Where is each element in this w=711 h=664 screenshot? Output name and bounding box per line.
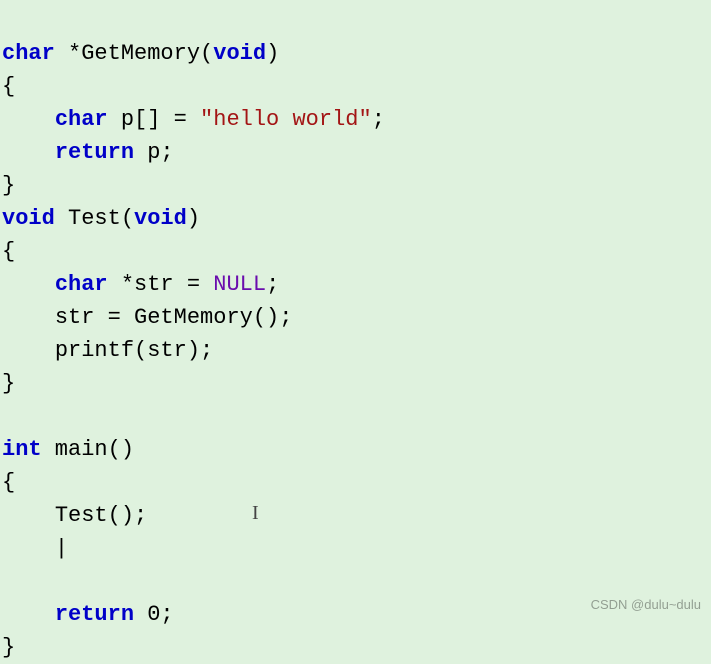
keyword-char: char: [55, 107, 108, 132]
code-block: char *GetMemory(void) { char p[] = "hell…: [0, 0, 711, 664]
code-text: ): [187, 206, 200, 231]
code-text: str = GetMemory();: [55, 305, 293, 330]
brace: }: [2, 371, 15, 396]
code-text: *str =: [108, 272, 214, 297]
keyword-char: char: [2, 41, 55, 66]
cursor-pipe: |: [55, 532, 68, 565]
indent: [2, 140, 55, 165]
keyword-char: char: [55, 272, 108, 297]
indent: [2, 107, 55, 132]
watermark-text: CSDN @dulu~dulu: [591, 588, 701, 621]
indent: [2, 272, 55, 297]
code-text: p;: [134, 140, 174, 165]
string-literal: "hello world": [200, 107, 372, 132]
code-text: Test(: [55, 206, 134, 231]
keyword-void: void: [213, 41, 266, 66]
keyword-void: void: [134, 206, 187, 231]
brace: }: [2, 173, 15, 198]
code-text: ): [266, 41, 279, 66]
indent: [2, 305, 55, 330]
brace: }: [2, 635, 15, 660]
text-cursor-icon: I: [252, 497, 259, 530]
indent: [2, 338, 55, 363]
indent: [2, 536, 55, 561]
brace: {: [2, 239, 15, 264]
keyword-int: int: [2, 437, 42, 462]
code-text: ;: [372, 107, 385, 132]
code-text: main(): [42, 437, 134, 462]
null-constant: NULL: [213, 272, 266, 297]
brace: {: [2, 74, 15, 99]
indent: [2, 602, 55, 627]
code-text: printf(str);: [55, 338, 213, 363]
code-text: ;: [266, 272, 279, 297]
indent: [2, 503, 55, 528]
keyword-void: void: [2, 206, 55, 231]
keyword-return: return: [55, 602, 134, 627]
code-text: 0;: [134, 602, 174, 627]
brace: {: [2, 470, 15, 495]
keyword-return: return: [55, 140, 134, 165]
code-text: *GetMemory(: [55, 41, 213, 66]
code-text: p[] =: [108, 107, 200, 132]
code-text: Test();: [55, 503, 147, 528]
